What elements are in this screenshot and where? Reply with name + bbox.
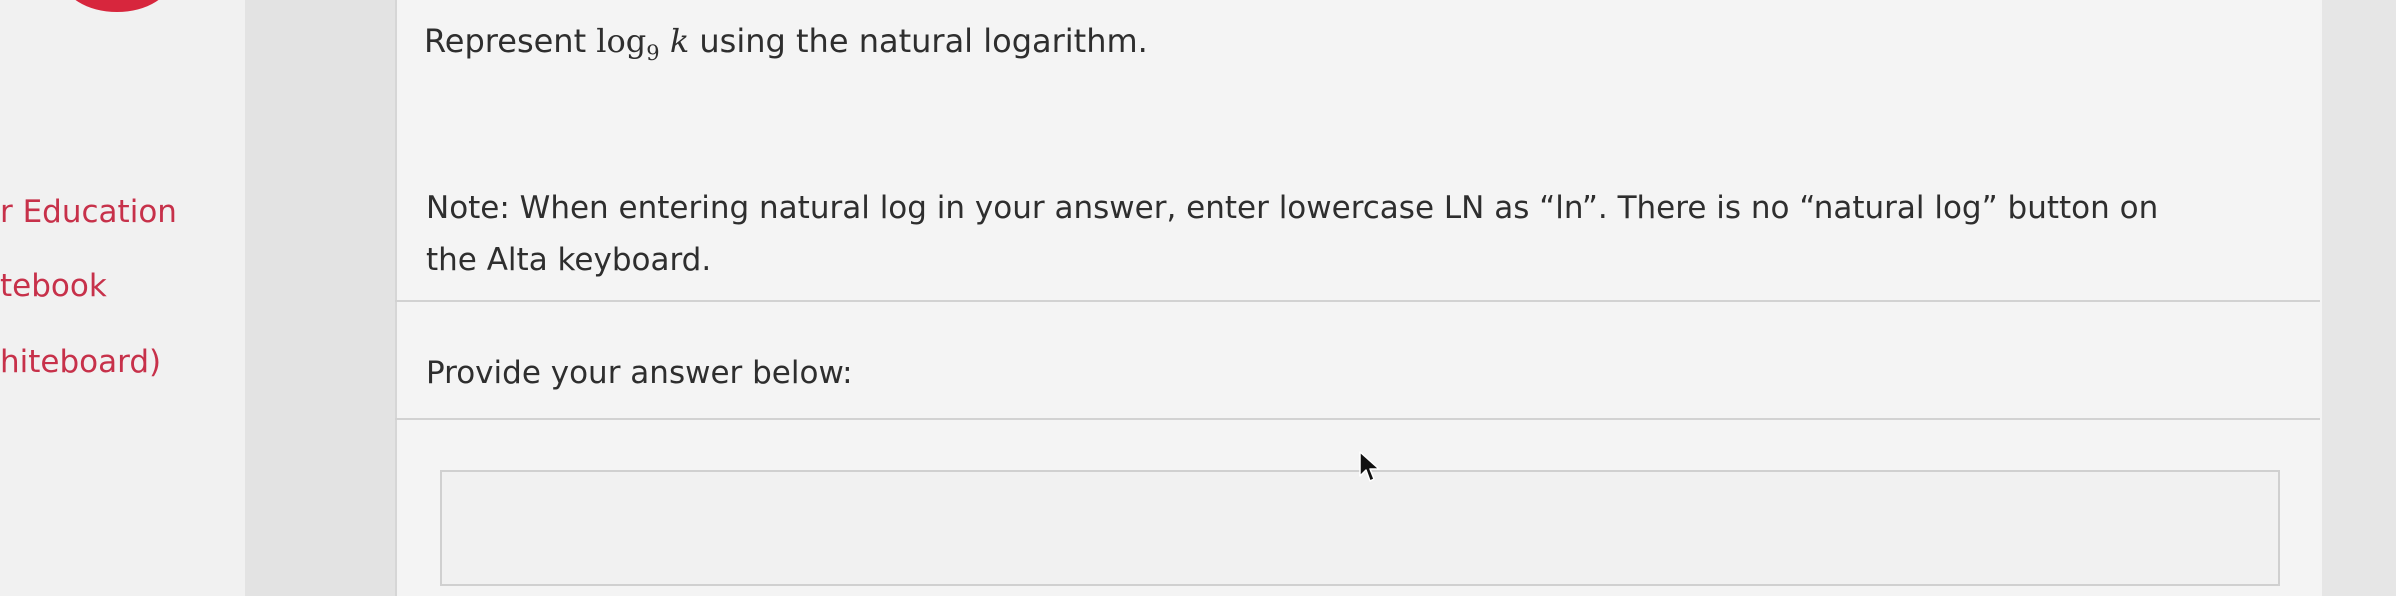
question-prefix: Represent — [424, 22, 597, 60]
log-base: 9 — [646, 41, 660, 65]
answer-input[interactable] — [440, 470, 2280, 586]
log-word: log — [596, 22, 647, 60]
sidebar-item-whiteboard[interactable]: hiteboard) — [0, 344, 161, 380]
question-note: Note: When entering natural log in your … — [426, 190, 2159, 278]
sidebar-gutter — [245, 0, 395, 596]
left-sidebar: r Education tebook hiteboard) — [0, 0, 245, 596]
section-divider — [395, 418, 2320, 420]
question-prompt: Represent log9 k using the natural logar… — [424, 22, 1148, 65]
mouse-pointer-icon — [1359, 451, 1380, 482]
log-argument: k — [669, 22, 690, 60]
question-suffix: using the natural logarithm. — [689, 22, 1148, 60]
log-expression: log9 k — [596, 22, 690, 65]
right-gutter — [2322, 0, 2396, 596]
brand-logo — [62, 0, 172, 12]
sidebar-item-notebook[interactable]: tebook — [0, 268, 107, 304]
sidebar-item-education[interactable]: r Education — [0, 194, 177, 230]
answer-label: Provide your answer below: — [426, 355, 853, 391]
section-divider — [395, 300, 2320, 302]
